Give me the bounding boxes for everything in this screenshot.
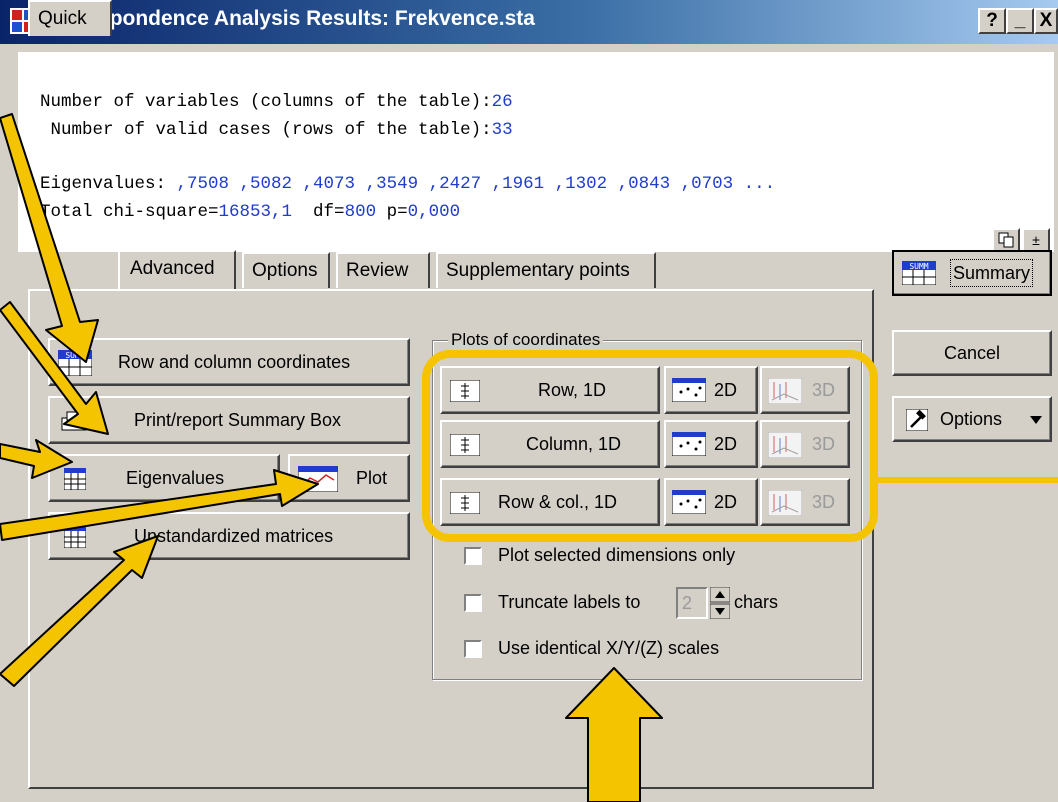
svg-text:SUMM: SUMM xyxy=(65,351,84,360)
cases-value: 33 xyxy=(491,120,513,140)
column-3d-label: 3D xyxy=(812,433,836,454)
3d-plot-icon xyxy=(768,432,802,458)
row-col-1d-button[interactable]: Row & col., 1D xyxy=(440,478,660,526)
2d-plot-icon xyxy=(672,378,706,402)
row-col-2d-button[interactable]: 2D xyxy=(664,478,758,526)
truncate-length-input[interactable]: 2 xyxy=(676,587,708,619)
plots-of-coordinates-title: Plots of coordinates xyxy=(448,330,604,350)
cancel-button[interactable]: Cancel xyxy=(892,330,1052,376)
1d-plot-icon xyxy=(450,380,480,402)
column-2d-button[interactable]: 2D xyxy=(664,420,758,468)
window-title: Correspondence Analysis Results: Frekven… xyxy=(42,7,535,30)
variables-label: Number of variables (columns of the tabl… xyxy=(40,92,492,112)
row-3d-label: 3D xyxy=(812,379,836,400)
row-col-3d-button: 3D xyxy=(760,478,850,526)
copy-button[interactable] xyxy=(992,228,1020,252)
eigenvalues-values: ,7508 ,5082 ,4073 ,3549 ,2427 ,1961 ,130… xyxy=(176,174,776,194)
dropdown-arrow-icon xyxy=(1030,416,1042,424)
column-1d-button[interactable]: Column, 1D xyxy=(440,420,660,468)
row-column-coordinates-label: Row and column coordinates xyxy=(118,351,351,372)
plot-eigenvalues-button[interactable]: Plot xyxy=(288,454,410,502)
row-2d-label: 2D xyxy=(714,379,738,400)
plot-selected-dimensions-label: Plot selected dimensions only xyxy=(498,545,736,565)
3d-plot-icon xyxy=(768,378,802,404)
eigenvalues-line: Eigenvalues: ,7508 ,5082 ,4073 ,3549 ,24… xyxy=(40,174,775,194)
matrix-icon xyxy=(64,526,86,548)
tab-supplementary-points[interactable]: Supplementary points xyxy=(436,252,656,288)
truncate-length-spinner[interactable] xyxy=(709,586,731,620)
variables-value: 26 xyxy=(491,92,513,112)
truncate-labels-checkbox[interactable] xyxy=(464,594,482,612)
row-column-coordinates-button[interactable]: SUMM Row and column coordinates xyxy=(48,338,410,386)
summary-button[interactable]: SUMM Summary xyxy=(892,250,1052,296)
dialog-window: Correspondence Analysis Results: Frekven… xyxy=(0,0,1058,802)
print-summary-box-label: Print/report Summary Box xyxy=(134,409,342,430)
df-value: 800 xyxy=(344,202,377,222)
eigenvalues-button[interactable]: Eigenvalues xyxy=(48,454,280,502)
2d-plot-icon xyxy=(672,490,706,514)
row-1d-button[interactable]: Row, 1D xyxy=(440,366,660,414)
row-col-3d-label: 3D xyxy=(812,491,836,512)
hammer-icon xyxy=(906,409,928,431)
collapse-icon: ± xyxy=(1032,232,1040,248)
tab-quick[interactable]: Quick xyxy=(28,0,112,36)
row-col-1d-label: Row & col., 1D xyxy=(498,491,618,512)
identical-scales-checkbox[interactable] xyxy=(464,640,482,658)
row-3d-button: 3D xyxy=(760,366,850,414)
3d-plot-icon xyxy=(768,490,802,516)
plot-icon xyxy=(298,466,338,492)
title-bar: Correspondence Analysis Results: Frekven… xyxy=(0,0,1058,44)
tab-options[interactable]: Options xyxy=(242,252,330,288)
table-icon xyxy=(64,468,86,490)
copy-icon xyxy=(998,232,1014,248)
p-value: 0,000 xyxy=(407,202,461,222)
df-label: df= xyxy=(292,202,345,222)
column-2d-label: 2D xyxy=(714,433,738,454)
spinner-arrows-icon xyxy=(709,586,731,620)
identical-scales-label: Use identical X/Y/(Z) scales xyxy=(498,638,720,658)
svg-text:SUMM: SUMM xyxy=(909,262,928,271)
chi-label: Total chi-square= xyxy=(40,202,219,222)
summary-table-icon: SUMM xyxy=(58,350,92,376)
row-1d-label: Row, 1D xyxy=(538,379,607,400)
collapse-button[interactable]: ± xyxy=(1022,228,1050,252)
column-3d-button: 3D xyxy=(760,420,850,468)
eigenvalues-label: Eigenvalues: xyxy=(40,174,177,194)
chi-square-line: Total chi-square=16853,1 df=800 p=0,000 xyxy=(40,202,460,222)
tab-advanced[interactable]: Advanced xyxy=(118,250,236,290)
truncate-labels-label: Truncate labels to xyxy=(498,592,641,612)
cases-label: Number of valid cases (rows of the table… xyxy=(40,120,492,140)
p-label: p= xyxy=(376,202,408,222)
unstandardized-matrices-label: Unstandardized matrices xyxy=(134,525,334,546)
options-label: Options xyxy=(940,408,1003,429)
variables-line: Number of variables (columns of the tabl… xyxy=(40,92,513,112)
cancel-label: Cancel xyxy=(943,342,1001,363)
minimize-button[interactable]: _ xyxy=(1006,8,1034,34)
help-button[interactable]: ? xyxy=(978,8,1006,34)
summary-label: Summary xyxy=(950,259,1034,287)
tab-review[interactable]: Review xyxy=(336,252,430,288)
chi-value: 16853,1 xyxy=(218,202,293,222)
cases-line: Number of valid cases (rows of the table… xyxy=(40,120,513,140)
results-output-area: Number of variables (columns of the tabl… xyxy=(18,52,1054,252)
options-menu-button[interactable]: Options xyxy=(892,396,1052,442)
column-1d-label: Column, 1D xyxy=(526,433,622,454)
plot-selected-dimensions-checkbox[interactable] xyxy=(464,547,482,565)
plot-label: Plot xyxy=(356,467,388,488)
unstandardized-matrices-button[interactable]: Unstandardized matrices xyxy=(48,512,410,560)
print-icon xyxy=(61,411,87,431)
print-summary-box-button[interactable]: Print/report Summary Box xyxy=(48,396,410,444)
close-button[interactable]: X xyxy=(1034,8,1058,34)
2d-plot-icon xyxy=(672,432,706,456)
row-col-2d-label: 2D xyxy=(714,491,738,512)
1d-plot-icon xyxy=(450,434,480,456)
row-2d-button[interactable]: 2D xyxy=(664,366,758,414)
truncate-unit-label: chars xyxy=(734,592,779,612)
eigenvalues-label: Eigenvalues xyxy=(126,467,225,488)
summary-table-icon: SUMM xyxy=(902,261,936,285)
1d-plot-icon xyxy=(450,492,480,514)
